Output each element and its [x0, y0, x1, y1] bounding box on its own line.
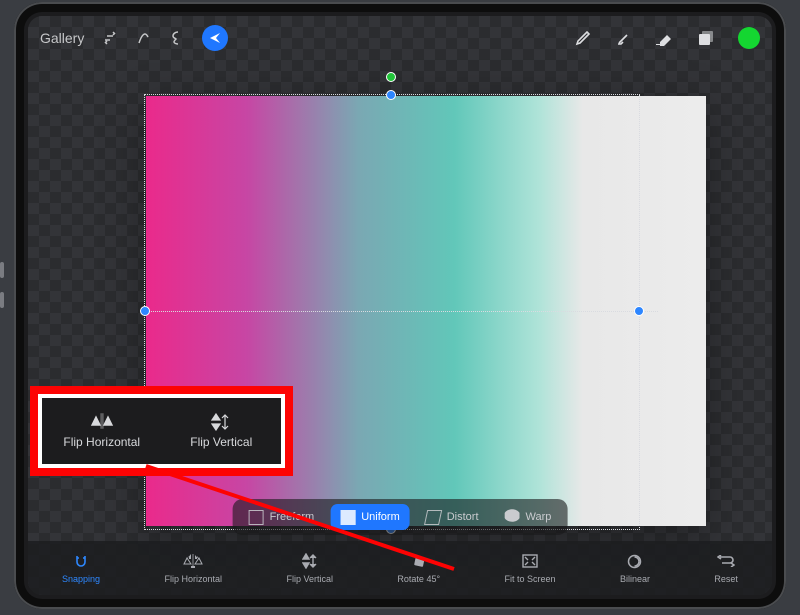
brush-icon[interactable]	[574, 29, 592, 47]
color-swatch[interactable]	[738, 27, 760, 49]
action-label: Rotate 45°	[397, 574, 440, 584]
rotate-45-button[interactable]: Rotate 45°	[393, 552, 444, 584]
flip-vertical-button[interactable]: Flip Vertical	[282, 552, 337, 584]
flip-horizontal-icon	[90, 413, 114, 431]
device-button	[0, 292, 4, 308]
mode-label: Warp	[526, 511, 552, 523]
freeform-icon	[249, 510, 264, 525]
action-label: Snapping	[62, 574, 100, 584]
device-button	[0, 262, 4, 278]
device-bezel: Gallery	[14, 2, 786, 609]
fit-screen-icon	[522, 552, 538, 570]
magnet-icon	[73, 552, 89, 570]
action-label: Fit to Screen	[505, 574, 556, 584]
eraser-icon[interactable]	[654, 30, 674, 46]
interpolation-icon	[627, 552, 642, 570]
app-screen: Gallery	[28, 16, 772, 595]
actions-icon[interactable]	[102, 30, 118, 46]
adjustments-icon[interactable]	[136, 30, 152, 46]
reset-button[interactable]: Reset	[710, 552, 742, 584]
rotate-icon	[412, 552, 426, 570]
action-label: Flip Vertical	[286, 574, 333, 584]
rotation-handle[interactable]	[386, 72, 396, 82]
mode-label: Freeform	[270, 511, 315, 523]
selection-icon[interactable]	[170, 30, 184, 46]
mode-label: Uniform	[361, 511, 400, 523]
snapping-button[interactable]: Snapping	[58, 552, 104, 584]
mode-label: Distort	[447, 511, 479, 523]
selection-handle-right[interactable]	[634, 306, 644, 316]
callout-flip-h: Flip Horizontal	[42, 413, 162, 449]
flip-horizontal-button[interactable]: Flip Horizontal	[160, 552, 226, 584]
reset-icon	[717, 552, 735, 570]
mode-uniform-button[interactable]: Uniform	[330, 504, 410, 530]
selection-midline	[144, 311, 658, 312]
uniform-icon	[340, 510, 355, 525]
flip-horizontal-icon	[183, 552, 203, 570]
mode-freeform-button[interactable]: Freeform	[239, 504, 325, 530]
callout-flip-v: Flip Vertical	[162, 413, 282, 449]
transform-action-bar: Snapping Flip Horizontal Flip Vertical R…	[28, 541, 772, 595]
distort-icon	[424, 510, 442, 525]
mode-warp-button[interactable]: Warp	[495, 504, 562, 530]
action-label: Reset	[714, 574, 738, 584]
selection-handle-left[interactable]	[140, 306, 150, 316]
action-label: Bilinear	[620, 574, 650, 584]
fit-to-screen-button[interactable]: Fit to Screen	[501, 552, 560, 584]
gallery-button[interactable]: Gallery	[40, 30, 84, 46]
flip-vertical-icon	[211, 413, 231, 431]
annotation-callout: Flip Horizontal Flip Vertical	[30, 386, 293, 476]
callout-label: Flip Vertical	[190, 435, 252, 449]
transform-icon[interactable]	[202, 25, 228, 51]
smudge-icon[interactable]	[614, 29, 632, 47]
warp-icon	[505, 509, 520, 525]
mode-distort-button[interactable]: Distort	[416, 504, 489, 530]
callout-label: Flip Horizontal	[63, 435, 140, 449]
top-toolbar: Gallery	[28, 16, 772, 60]
selection-handle-top[interactable]	[386, 90, 396, 100]
action-label: Flip Horizontal	[164, 574, 222, 584]
bilinear-button[interactable]: Bilinear	[616, 552, 654, 584]
layers-icon[interactable]	[696, 29, 716, 47]
flip-vertical-icon	[302, 552, 318, 570]
transform-mode-bar: Freeform Uniform Distort Warp	[233, 499, 568, 535]
